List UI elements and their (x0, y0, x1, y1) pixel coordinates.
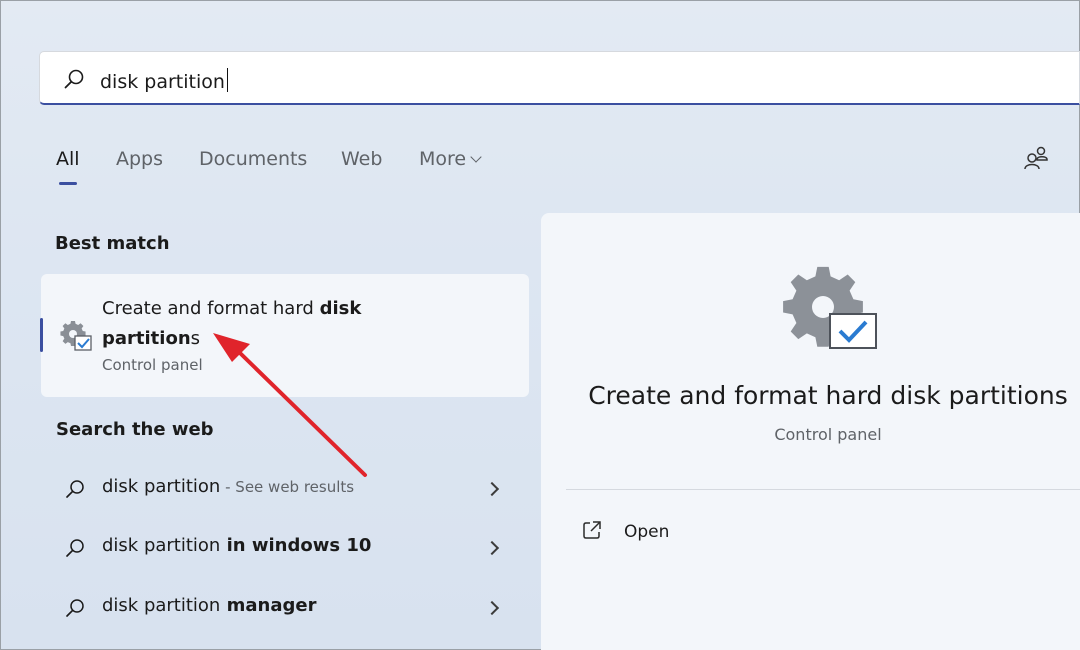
tab-web[interactable]: Web (341, 148, 382, 170)
gear-checkbox-icon (783, 266, 877, 349)
tab-all[interactable]: All (56, 148, 80, 170)
web-result-text: disk partition in windows 10 (102, 535, 372, 556)
selection-indicator (40, 318, 43, 352)
web-result-2[interactable]: disk partition in windows 10 (40, 523, 530, 573)
best-match-heading: Best match (55, 233, 170, 254)
active-tab-indicator (59, 182, 77, 185)
open-action[interactable]: Open (624, 522, 669, 542)
tab-documents[interactable]: Documents (199, 148, 307, 170)
detail-subtitle: Control panel (774, 425, 882, 444)
search-icon (66, 599, 84, 617)
web-result-text: disk partition manager (102, 595, 317, 616)
tab-apps[interactable]: Apps (116, 148, 163, 170)
best-match-title: Create and format hard disk partitions (102, 298, 362, 349)
divider (566, 489, 1080, 490)
web-result-text: disk partition - See web results (102, 476, 355, 497)
people-icon[interactable] (1022, 144, 1050, 172)
detail-pane: Create and format hard disk partitions C… (541, 213, 1080, 650)
chevron-down-icon (470, 151, 482, 163)
best-match-result[interactable]: Create and format hard disk partitions C… (40, 274, 529, 397)
gear-checkbox-icon (60, 321, 92, 351)
chevron-right-icon (484, 540, 500, 556)
search-icon (66, 480, 84, 498)
chevron-right-icon (484, 600, 500, 616)
web-result-3[interactable]: disk partition manager (40, 583, 530, 633)
text-cursor (226, 68, 229, 92)
web-result-1[interactable]: disk partition - See web results (40, 464, 530, 514)
search-input[interactable]: disk partition (39, 51, 1080, 105)
search-web-heading: Search the web (56, 419, 214, 440)
open-external-icon[interactable] (581, 519, 603, 541)
chevron-right-icon (484, 481, 500, 497)
best-match-subtitle: Control panel (102, 356, 203, 374)
detail-title: Create and format hard disk partitions (588, 381, 1068, 410)
search-icon (64, 69, 84, 89)
tab-more-label: More (419, 148, 467, 170)
search-icon (66, 539, 84, 557)
tab-more[interactable]: More (419, 148, 482, 170)
search-query[interactable]: disk partition (100, 68, 229, 93)
